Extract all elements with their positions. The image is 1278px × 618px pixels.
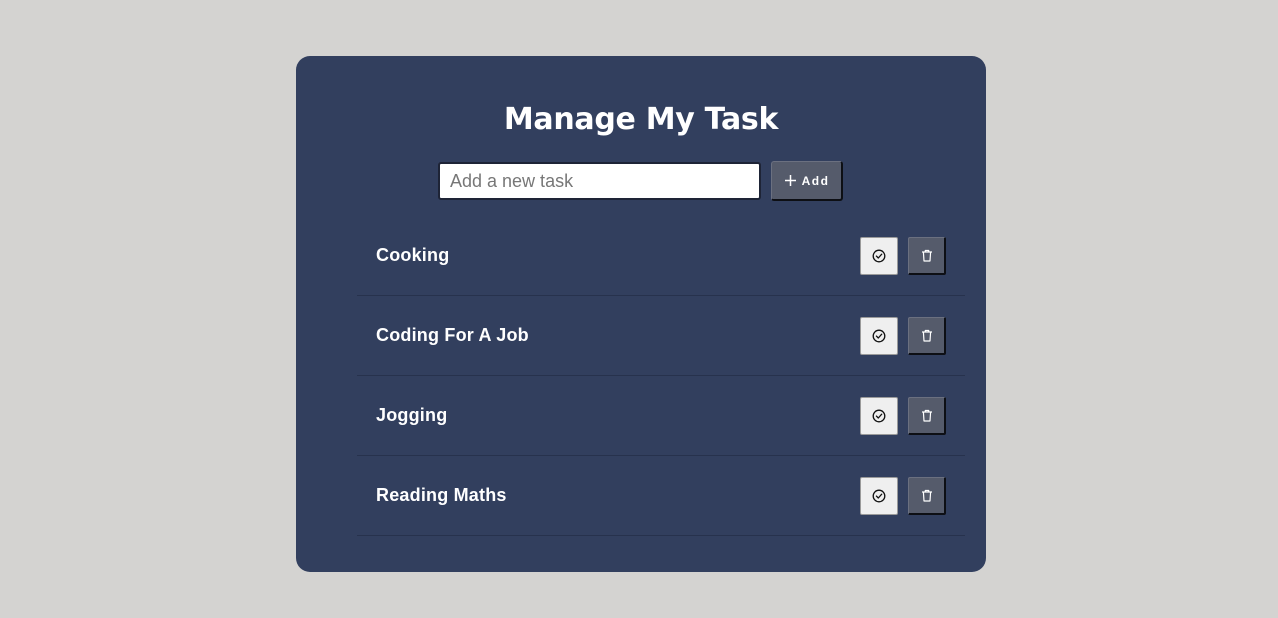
page-title: Manage My Task — [503, 102, 779, 137]
task-label: Jogging — [376, 405, 448, 425]
task-actions — [860, 236, 946, 275]
trash-icon — [921, 489, 933, 502]
new-task-input[interactable] — [438, 162, 761, 200]
task-label: Reading Maths — [376, 485, 507, 505]
task-label: Cooking — [376, 245, 450, 265]
complete-task-button[interactable] — [860, 476, 898, 515]
complete-task-button[interactable] — [860, 236, 898, 275]
add-task-button[interactable]: Add — [771, 161, 843, 201]
delete-task-button[interactable] — [908, 396, 946, 435]
task-label: Coding For A Job — [376, 325, 529, 345]
check-circle-icon — [872, 489, 886, 503]
check-circle-icon — [872, 249, 886, 263]
delete-task-button[interactable] — [908, 236, 946, 275]
add-task-form: Add — [438, 161, 843, 201]
complete-task-button[interactable] — [860, 396, 898, 435]
trash-icon — [921, 409, 933, 422]
task-item: Jogging — [357, 376, 965, 456]
trash-icon — [921, 249, 933, 262]
trash-icon — [921, 329, 933, 342]
task-list: Cooking Coding For A Job Jogging Reading… — [357, 216, 965, 536]
delete-task-button[interactable] — [908, 316, 946, 355]
task-actions — [860, 396, 946, 435]
plus-icon — [784, 174, 797, 187]
task-actions — [860, 476, 946, 515]
task-item: Cooking — [357, 216, 965, 296]
add-button-label: Add — [801, 173, 830, 188]
check-circle-icon — [872, 409, 886, 423]
task-item: Reading Maths — [357, 456, 965, 536]
complete-task-button[interactable] — [860, 316, 898, 355]
task-actions — [860, 316, 946, 355]
task-card: Manage My Task Add Cooking — [296, 56, 986, 572]
check-circle-icon — [872, 329, 886, 343]
task-item: Coding For A Job — [357, 296, 965, 376]
delete-task-button[interactable] — [908, 476, 946, 515]
